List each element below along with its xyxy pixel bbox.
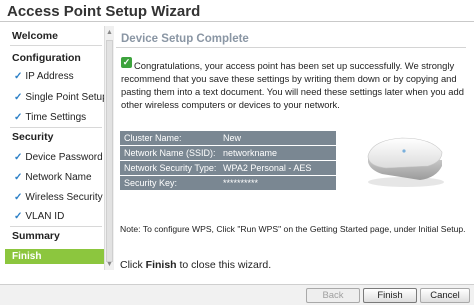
divider [116,47,466,48]
scrollbar-thumb[interactable] [106,40,113,262]
sidebar-item-security[interactable]: Security [5,131,105,143]
check-icon: ✓ [14,211,23,222]
wps-note: Note: To configure WPS, Click "Run WPS" … [120,224,466,234]
window-title: Access Point Setup Wizard [7,3,201,20]
table-row: Network Security Type: WPA2 Personal - A… [120,161,336,176]
sidebar-item-summary[interactable]: Summary [5,230,105,242]
finish-instruction: Click Finish to close this wizard. [120,259,272,271]
sidebar-item-time-settings[interactable]: ✓ Time Settings [5,112,105,123]
sidebar-item-finish[interactable]: Finish [5,249,105,264]
security-type-value: WPA2 Personal - AES [223,163,312,173]
scroll-down-icon[interactable]: ▼ [106,261,113,268]
title-bar: Access Point Setup Wizard [0,0,474,22]
divider [10,127,102,128]
back-button[interactable]: Back [306,288,360,303]
page-title: Device Setup Complete [121,33,249,45]
settings-summary-table: Cluster Name: New Network Name (SSID): n… [120,131,336,191]
sidebar-item-single-point-setup[interactable]: ✓ Single Point Setup [5,92,108,103]
check-icon: ✓ [14,152,23,163]
cancel-button[interactable]: Cancel [420,288,470,303]
sidebar-item-ip-address[interactable]: ✓ IP Address [5,71,105,82]
sidebar-item-device-password[interactable]: ✓ Device Password [5,152,105,163]
sidebar-item-wireless-security[interactable]: ✓ Wireless Security [5,192,105,203]
table-row: Cluster Name: New [120,131,336,146]
sidebar-item-vlan-id[interactable]: ✓ VLAN ID [5,211,105,222]
check-icon: ✓ [14,172,23,183]
check-icon: ✓ [14,112,23,123]
sidebar-scrollbar[interactable]: ▲ ▼ [104,26,114,270]
table-row: Security Key: ********** [120,176,336,191]
divider [10,226,102,227]
main-panel: Device Setup Complete ✓ Congratulations,… [116,26,474,271]
scroll-up-icon[interactable]: ▲ [106,29,113,36]
access-point-device-icon [367,137,444,187]
sidebar-item-network-name[interactable]: ✓ Network Name [5,172,105,183]
check-icon: ✓ [14,92,23,103]
finish-button[interactable]: Finish [363,288,417,303]
security-key-value: ********** [223,178,259,188]
cluster-name-label: Cluster Name: [124,133,182,143]
security-key-label: Security Key: [124,178,178,188]
divider [10,45,102,46]
ssid-value: networkname [223,148,278,158]
cluster-name-value: New [223,133,242,143]
wizard-footer: Back Finish Cancel [0,284,474,305]
check-icon: ✓ [14,192,23,203]
sidebar-item-configuration[interactable]: Configuration [5,52,105,64]
check-icon: ✓ [14,71,23,82]
sidebar-item-welcome[interactable]: Welcome [5,30,105,42]
security-type-label: Network Security Type: [124,163,217,173]
table-row: Network Name (SSID): networkname [120,146,336,161]
wizard-sidebar: Welcome Configuration ✓ IP Address ✓ Singl… [5,26,108,270]
success-message: Congratulations, your access point has b… [121,60,464,110]
ssid-label: Network Name (SSID): [124,148,216,158]
